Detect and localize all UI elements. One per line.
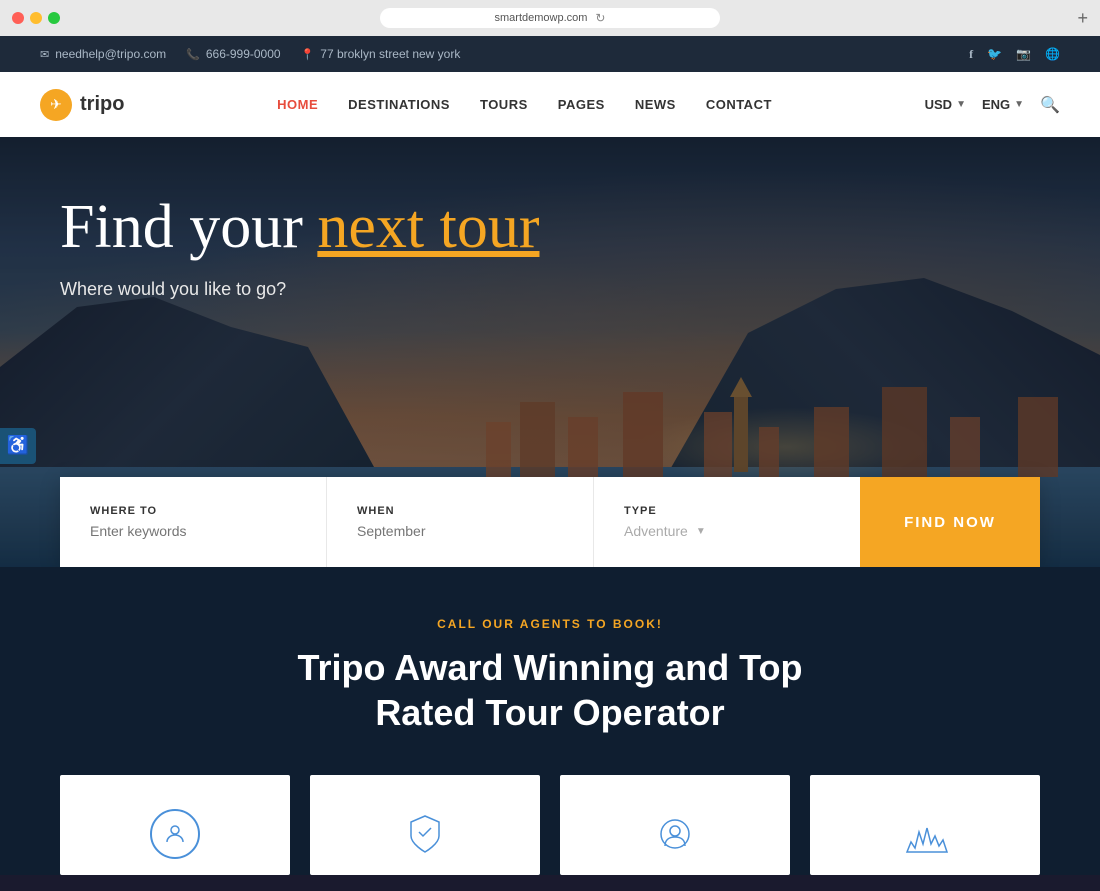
close-button[interactable] — [12, 12, 24, 24]
where-to-input[interactable] — [90, 523, 296, 539]
type-value: Adventure — [624, 523, 688, 539]
feature-card-4 — [810, 775, 1040, 875]
where-to-label: WHERE TO — [90, 505, 296, 517]
url-text: smartdemowp.com — [495, 12, 588, 24]
nav-destinations[interactable]: DESTINATIONS — [348, 97, 450, 112]
find-now-label: FIND NOW — [904, 514, 996, 531]
top-bar-left: ✉ needhelp@tripo.com 📞 666-999-0000 📍 77… — [40, 47, 460, 61]
section-tag: CALL OUR AGENTS TO BOOK! — [40, 617, 1060, 631]
globe-icon[interactable]: 🌐 — [1045, 47, 1060, 61]
below-hero-section: CALL OUR AGENTS TO BOOK! Tripo Award Win… — [0, 567, 1100, 875]
email-icon: ✉ — [40, 48, 49, 61]
website-content: ✉ needhelp@tripo.com 📞 666-999-0000 📍 77… — [0, 36, 1100, 891]
facebook-icon[interactable]: f — [969, 47, 973, 62]
card-icon-3 — [650, 809, 700, 859]
when-label: WHEN — [357, 505, 563, 517]
language-selector[interactable]: ENG ▼ — [982, 97, 1024, 112]
hero-title: Find your next tour — [60, 192, 539, 263]
top-bar: ✉ needhelp@tripo.com 📞 666-999-0000 📍 77… — [0, 36, 1100, 72]
section-title: Tripo Award Winning and Top Rated Tour O… — [260, 645, 840, 735]
search-bar: WHERE TO WHEN TYPE Adventure ▼ FIND NOW — [60, 477, 1040, 567]
card-icon-4 — [895, 819, 955, 859]
feature-card-2 — [310, 775, 540, 875]
card-icon-1 — [150, 809, 200, 859]
hero-title-part2: next tour — [317, 193, 539, 261]
accessibility-widget[interactable]: ♿ — [0, 428, 36, 464]
nav-home[interactable]: HOME — [277, 97, 318, 112]
social-links: f 🐦 📷 🌐 — [969, 47, 1060, 62]
maximize-button[interactable] — [48, 12, 60, 24]
email-info: ✉ needhelp@tripo.com — [40, 47, 166, 61]
when-field: WHEN — [327, 477, 594, 567]
feature-cards — [40, 775, 1060, 875]
hero-content: Find your next tour Where would you like… — [60, 192, 539, 300]
type-chevron: ▼ — [696, 526, 706, 537]
address-bar[interactable]: smartdemowp.com ↻ — [380, 8, 720, 28]
refresh-icon[interactable]: ↻ — [595, 11, 605, 25]
address-info: 📍 77 broklyn street new york — [301, 47, 461, 61]
phone-text: 666-999-0000 — [206, 47, 281, 61]
currency-label: USD — [925, 97, 952, 112]
main-navigation: ✈ tripo HOME DESTINATIONS TOURS PAGES NE… — [0, 72, 1100, 137]
card-icon-2 — [400, 809, 450, 859]
feature-card-3 — [560, 775, 790, 875]
traffic-lights — [12, 12, 60, 24]
instagram-icon[interactable]: 📷 — [1016, 47, 1031, 61]
find-now-button[interactable]: FIND NOW — [860, 477, 1040, 567]
hero-section: Find your next tour Where would you like… — [0, 137, 1100, 567]
where-to-field: WHERE TO — [60, 477, 327, 567]
currency-selector[interactable]: USD ▼ — [925, 97, 966, 112]
browser-chrome: smartdemowp.com ↻ + — [0, 0, 1100, 36]
location-icon: 📍 — [301, 48, 315, 61]
nav-contact[interactable]: CONTACT — [706, 97, 772, 112]
language-chevron: ▼ — [1014, 99, 1024, 110]
language-label: ENG — [982, 97, 1010, 112]
logo[interactable]: ✈ tripo — [40, 89, 124, 121]
accessibility-icon: ♿ — [7, 435, 29, 456]
feature-card-1 — [60, 775, 290, 875]
phone-icon: 📞 — [186, 48, 200, 61]
nav-right-controls: USD ▼ ENG ▼ 🔍 — [925, 95, 1060, 115]
logo-icon: ✈ — [40, 89, 72, 121]
twitter-icon[interactable]: 🐦 — [987, 47, 1002, 61]
address-text: 77 broklyn street new york — [320, 47, 460, 61]
when-input[interactable] — [357, 523, 563, 539]
email-text: needhelp@tripo.com — [55, 47, 166, 61]
nav-pages[interactable]: PAGES — [558, 97, 605, 112]
nav-news[interactable]: NEWS — [635, 97, 676, 112]
hero-title-part1: Find your — [60, 193, 303, 261]
nav-links: HOME DESTINATIONS TOURS PAGES NEWS CONTA… — [277, 97, 772, 112]
new-tab-button[interactable]: + — [1077, 8, 1088, 29]
phone-info: 📞 666-999-0000 — [186, 47, 280, 61]
nav-tours[interactable]: TOURS — [480, 97, 528, 112]
currency-chevron: ▼ — [956, 99, 966, 110]
type-field: TYPE Adventure ▼ — [594, 477, 860, 567]
type-label: TYPE — [624, 505, 830, 517]
minimize-button[interactable] — [30, 12, 42, 24]
logo-text: tripo — [80, 93, 124, 116]
search-icon[interactable]: 🔍 — [1040, 95, 1060, 115]
hero-subtitle: Where would you like to go? — [60, 279, 539, 300]
type-dropdown[interactable]: Adventure ▼ — [624, 523, 830, 539]
